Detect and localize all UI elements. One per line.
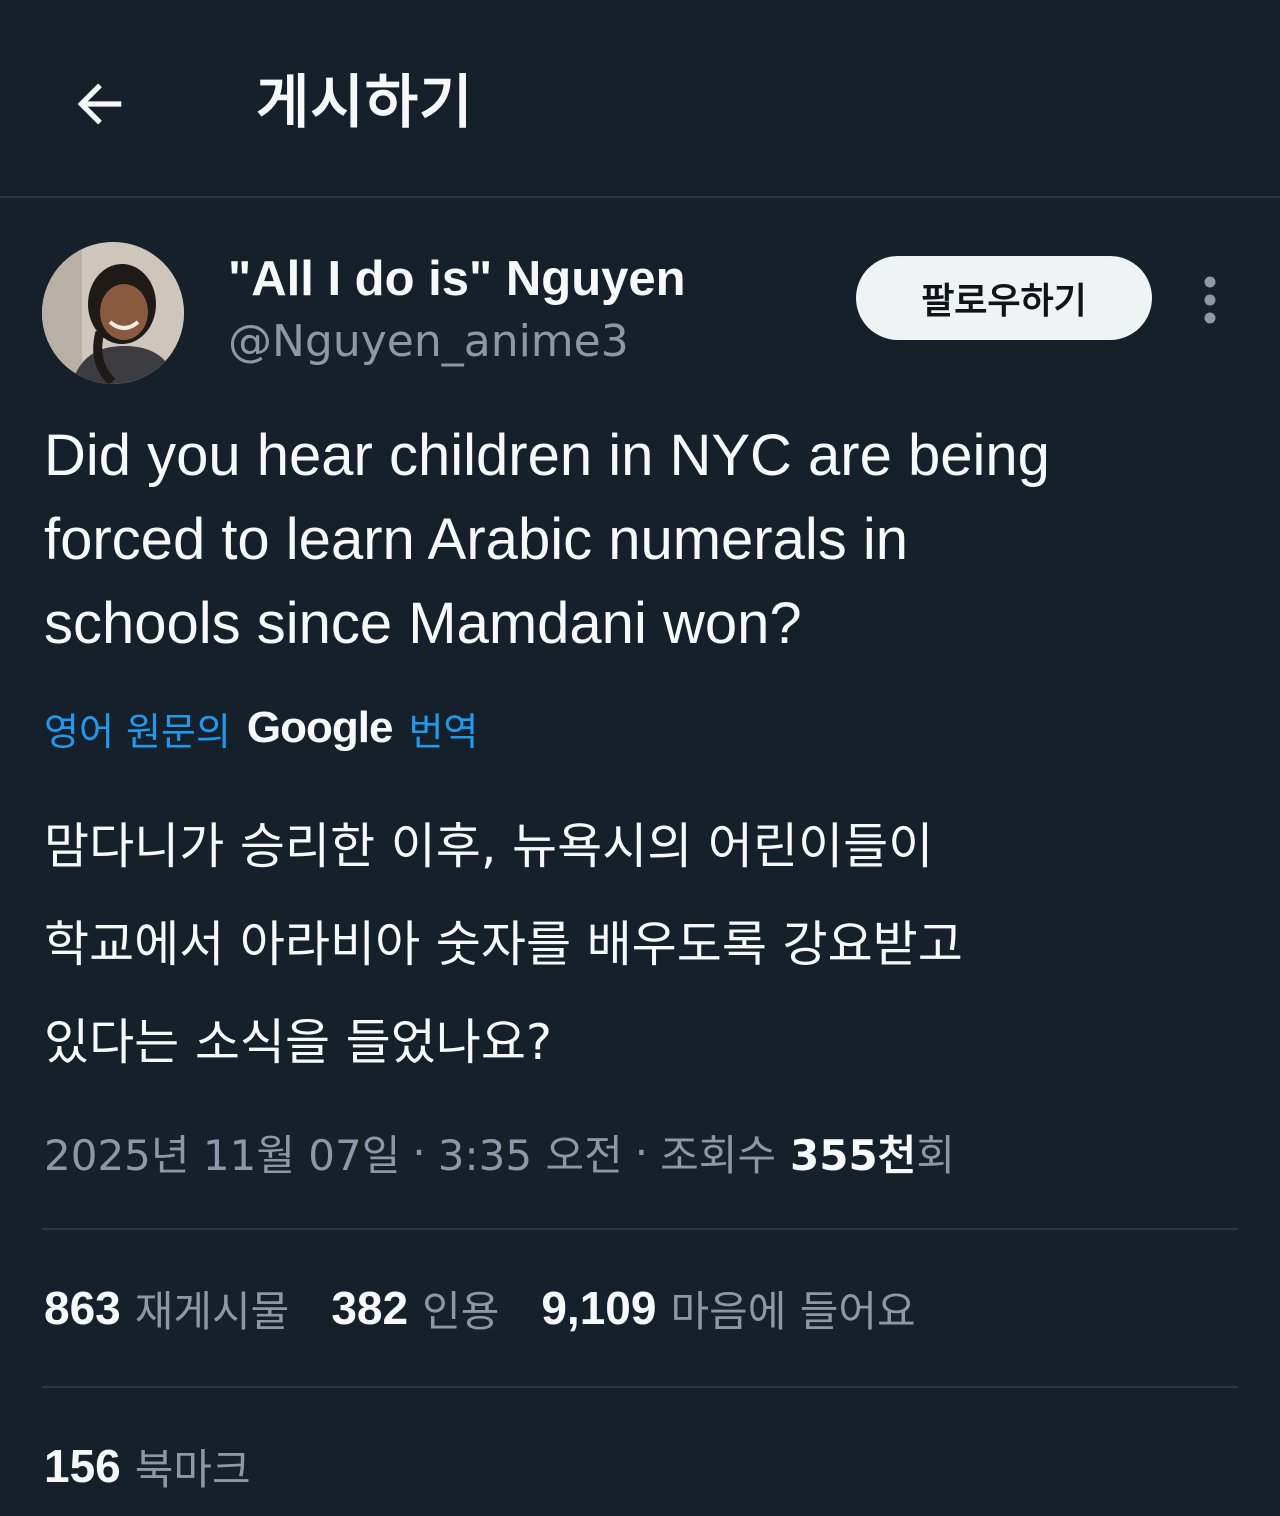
tweet-meta: 2025년 11월 07일 · 3:35 오전 · 조회수 355천 회 bbox=[44, 1120, 955, 1184]
meta-separator: · bbox=[634, 1127, 649, 1177]
tweet-text: Did you hear children in NYC are being f… bbox=[44, 414, 1244, 666]
translation-prefix: 영어 원문의 bbox=[44, 709, 231, 754]
tweet-time[interactable]: 3:35 오전 bbox=[438, 1122, 623, 1183]
tweet-date[interactable]: 2025년 11월 07일 bbox=[44, 1122, 400, 1183]
page-title: 게시하기 bbox=[256, 68, 474, 136]
tweet-text-line: forced to learn Arabic numerals in bbox=[44, 507, 908, 572]
likes-stat[interactable]: 9,109 마음에 들어요 bbox=[541, 1278, 915, 1339]
translated-text-line: 맘다니가 승리한 이후, 뉴욕시의 어린이들이 bbox=[44, 818, 934, 875]
bookmarks-count: 156 bbox=[44, 1440, 121, 1492]
likes-count: 9,109 bbox=[541, 1282, 657, 1334]
divider bbox=[42, 1228, 1238, 1230]
more-options-button[interactable] bbox=[1188, 270, 1232, 330]
avatar[interactable] bbox=[42, 242, 184, 384]
views-suffix: 회 bbox=[916, 1130, 955, 1180]
follow-button[interactable]: 팔로우하기 bbox=[856, 256, 1152, 340]
engagement-stats: 863 재게시물 382 인용 9,109 마음에 들어요 bbox=[44, 1276, 958, 1340]
quotes-stat[interactable]: 382 인용 bbox=[331, 1278, 499, 1339]
reposts-label: 재게시물 bbox=[134, 1286, 290, 1336]
translated-text: 맘다니가 승리한 이후, 뉴욕시의 어린이들이 학교에서 아라비아 숫자를 배우… bbox=[44, 798, 1244, 1092]
reposts-count: 863 bbox=[44, 1282, 121, 1334]
views-label: 조회수 bbox=[660, 1130, 776, 1180]
tweet-text-line: Did you hear children in NYC are being bbox=[44, 423, 1050, 488]
bookmark-stats: 156 북마크 bbox=[44, 1434, 293, 1498]
translated-text-line: 있다는 소식을 들었나요? bbox=[44, 1014, 552, 1071]
top-bar: 게시하기 bbox=[0, 0, 1280, 198]
translation-suffix: 번역 bbox=[408, 709, 479, 754]
tweet-text-line: schools since Mamdani won? bbox=[44, 591, 802, 656]
arrow-left-icon bbox=[77, 83, 122, 125]
author-handle[interactable]: @Nguyen_anime3 bbox=[228, 312, 629, 372]
reposts-stat[interactable]: 863 재게시물 bbox=[44, 1278, 289, 1339]
quotes-count: 382 bbox=[331, 1282, 409, 1334]
back-button[interactable] bbox=[60, 64, 140, 144]
google-logo: Google bbox=[246, 703, 394, 752]
divider bbox=[42, 1386, 1238, 1388]
bookmarks-label: 북마크 bbox=[134, 1444, 251, 1494]
meta-separator: · bbox=[412, 1127, 426, 1177]
author-display-name[interactable]: "All I do is" Nguyen bbox=[228, 248, 686, 310]
bookmarks-stat[interactable]: 156 북마크 bbox=[44, 1436, 251, 1497]
avatar-image bbox=[42, 242, 184, 384]
translation-attribution[interactable]: 영어 원문의 Google 번역 bbox=[44, 698, 478, 758]
more-vertical-icon bbox=[1204, 276, 1216, 324]
likes-label: 마음에 들어요 bbox=[670, 1286, 916, 1336]
views-count[interactable]: 355천 bbox=[790, 1122, 916, 1183]
quotes-label: 인용 bbox=[422, 1286, 500, 1336]
translated-text-line: 학교에서 아라비아 숫자를 배우도록 강요받고 bbox=[44, 916, 963, 973]
